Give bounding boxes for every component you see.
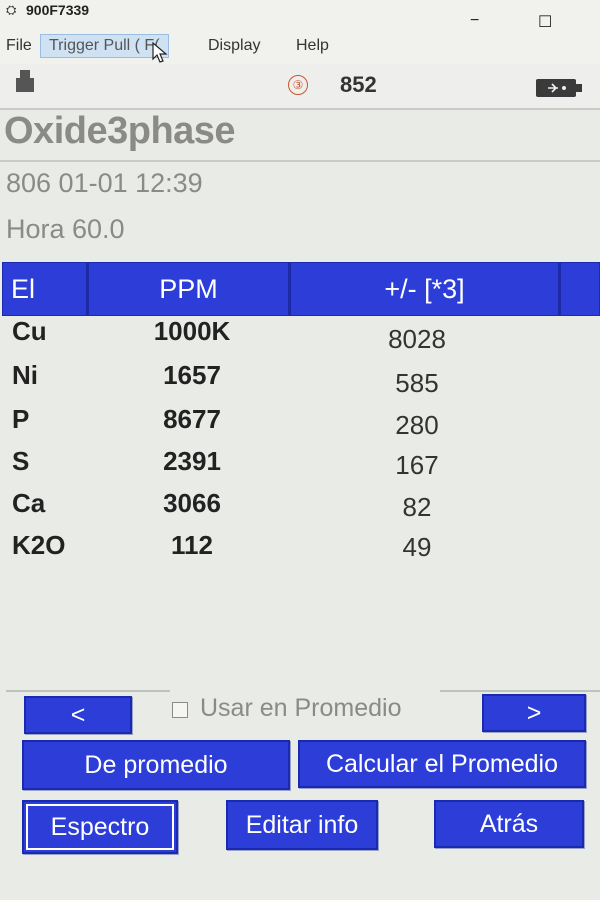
element-cell: Cu [12,316,47,346]
edit-info-button[interactable]: Editar info [226,800,378,850]
error-cell: 49 [402,532,432,562]
spectrum-button[interactable]: Espectro [22,800,178,854]
back-button[interactable]: Atrás [434,800,584,848]
results-table: Cu 1000K 8028 Ni 1657 585 P 8677 280 S 2… [2,316,600,690]
menu-trigger-pull[interactable]: Trigger Pull ( F( [40,34,169,58]
divider [0,160,600,162]
table-row[interactable]: Ca 3066 82 [2,488,600,530]
error-cell: 167 [395,450,439,480]
error-cell: 82 [402,492,432,522]
menu-help[interactable]: Help [296,37,329,55]
battery-plug-icon [536,79,582,97]
menu-file[interactable]: File [6,37,32,55]
minimize-button[interactable]: − [470,12,479,30]
element-cell: Ni [12,360,38,390]
network-icon: ⛭ [6,2,17,17]
maximize-button[interactable]: ☐ [538,12,552,32]
element-cell: S [12,446,30,476]
status-toolbar: ③ 852 [0,64,600,108]
ppm-cell: 112 [171,530,213,560]
mouse-cursor-icon [152,42,168,63]
sample-datetime: 806 01-01 12:39 [6,168,203,198]
error-cell: 585 [395,368,439,398]
probe-icon [16,70,34,92]
measurement-time: Hora 60.0 [6,214,125,244]
ppm-cell: 1000K [153,316,231,346]
ppm-cell: 1657 [163,360,221,390]
title-bar: ⛭ 900F7339 − ☐ [0,0,600,32]
shot-count: 852 [340,72,377,97]
table-header: El PPM +/- [*3] [2,262,600,316]
page-title: Oxide3phase [4,110,236,152]
error-cell: 8028 [388,324,446,354]
error-cell: 280 [395,410,439,440]
element-cell: Ca [12,488,46,518]
previous-button[interactable]: < [24,696,132,734]
divider [6,690,170,692]
table-row[interactable]: S 2391 167 [2,446,600,488]
divider [440,690,600,692]
ppm-cell: 3066 [163,488,221,518]
menu-bar: File Trigger Pull ( F( Display Help [0,32,600,64]
ppm-cell: 8677 [163,404,221,434]
next-button[interactable]: > [482,694,586,732]
column-header-ppm: PPM [89,263,291,315]
table-row[interactable]: Ni 1657 585 [2,360,600,402]
column-header-element: El [3,263,89,315]
menu-display[interactable]: Display [208,37,260,55]
average-button[interactable]: De promedio [22,740,290,790]
table-row[interactable]: Cu 1000K 8028 [2,316,600,358]
status-badge: ③ [288,75,308,95]
table-row[interactable]: K2O 112 49 [2,530,600,572]
element-cell: K2O [12,530,66,560]
checkbox-label: Usar en Promedio [200,694,402,722]
element-cell: P [12,404,30,434]
checkbox-icon[interactable] [172,702,188,718]
column-header-error: +/- [*3] [291,263,561,315]
ppm-cell: 2391 [163,446,221,476]
window-title: 900F7339 [26,2,90,18]
calculate-average-button[interactable]: Calcular el Promedio [298,740,586,788]
table-row[interactable]: P 8677 280 [2,404,600,446]
